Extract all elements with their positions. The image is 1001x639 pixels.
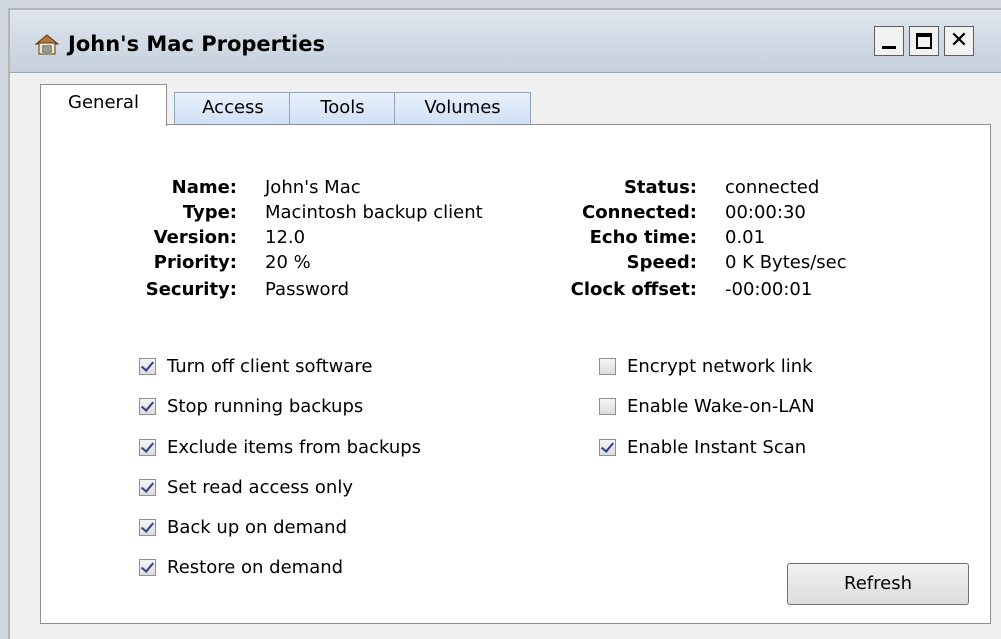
clock-offset-value: -00:00:01 [725,279,813,300]
speed-value: 0 K Bytes/sec [725,252,847,273]
checkbox-label: Stop running backups [167,395,364,417]
enable-instant-scan-checkbox[interactable]: Enable Instant Scan [599,435,806,459]
general-tab-panel: Name: John's Mac Type: Macintosh backup … [40,124,991,624]
checkbox-checked-icon[interactable] [139,397,156,415]
set-read-access-checkbox[interactable]: Set read access only [139,475,353,499]
security-value: Password [265,279,350,300]
checkbox-checked-icon[interactable] [599,438,616,456]
window-title: John's Mac Properties [68,32,325,56]
checkbox-label: Back up on demand [167,516,348,538]
connected-label: Connected: [582,202,697,223]
clock-offset-label: Clock offset: [570,279,697,300]
version-label: Version: [153,227,237,248]
checkbox-checked-icon[interactable] [139,357,156,375]
close-icon: ✕ [949,28,969,53]
refresh-button[interactable]: Refresh [787,563,969,605]
exclude-items-checkbox[interactable]: Exclude items from backups [139,435,421,459]
name-value: John's Mac [265,177,361,198]
status-label: Status: [623,177,697,198]
security-label: Security: [145,279,237,300]
checkbox-label: Encrypt network link [627,355,813,377]
back-up-on-demand-checkbox[interactable]: Back up on demand [139,515,347,539]
speed-label: Speed: [626,252,697,273]
close-button[interactable]: ✕ [944,26,974,56]
encrypt-network-link-checkbox[interactable]: Encrypt network link [599,354,813,378]
priority-label: Priority: [153,252,237,273]
properties-window: John's Mac Properties ✕ General Access T… [8,8,1001,639]
properties-icon [34,32,60,56]
checkbox-unchecked-icon[interactable] [599,357,616,375]
tab-tools[interactable]: Tools [289,92,396,124]
checkbox-label: Enable Instant Scan [627,436,807,458]
echo-time-label: Echo time: [589,227,697,248]
checkbox-checked-icon[interactable] [139,478,156,496]
type-value: Macintosh backup client [265,202,483,223]
status-value: connected [725,177,820,198]
tab-volumes[interactable]: Volumes [394,92,531,124]
restore-on-demand-checkbox[interactable]: Restore on demand [139,555,343,579]
checkbox-label: Turn off client software [167,355,373,377]
checkbox-checked-icon[interactable] [139,518,156,536]
name-label: Name: [171,177,237,198]
priority-value: 20 % [265,252,311,273]
minimize-button[interactable] [874,26,904,56]
tab-general[interactable]: General [40,84,167,126]
enable-wake-on-lan-checkbox[interactable]: Enable Wake-on-LAN [599,394,815,418]
checkbox-label: Restore on demand [167,556,344,578]
type-label: Type: [182,202,237,223]
checkbox-checked-icon[interactable] [139,438,156,456]
turn-off-client-checkbox[interactable]: Turn off client software [139,354,372,378]
checkbox-label: Exclude items from backups [167,436,422,458]
title-bar[interactable]: John's Mac Properties ✕ [10,10,1001,73]
checkbox-label: Enable Wake-on-LAN [627,395,815,417]
maximize-button[interactable] [909,26,939,56]
echo-time-value: 0.01 [725,227,766,248]
checkbox-checked-icon[interactable] [139,558,156,576]
checkbox-label: Set read access only [167,476,353,498]
checkbox-unchecked-icon[interactable] [599,397,616,415]
version-value: 12.0 [265,227,306,248]
tab-access[interactable]: Access [174,92,292,124]
connected-value: 00:00:30 [725,202,806,223]
stop-running-backups-checkbox[interactable]: Stop running backups [139,394,363,418]
